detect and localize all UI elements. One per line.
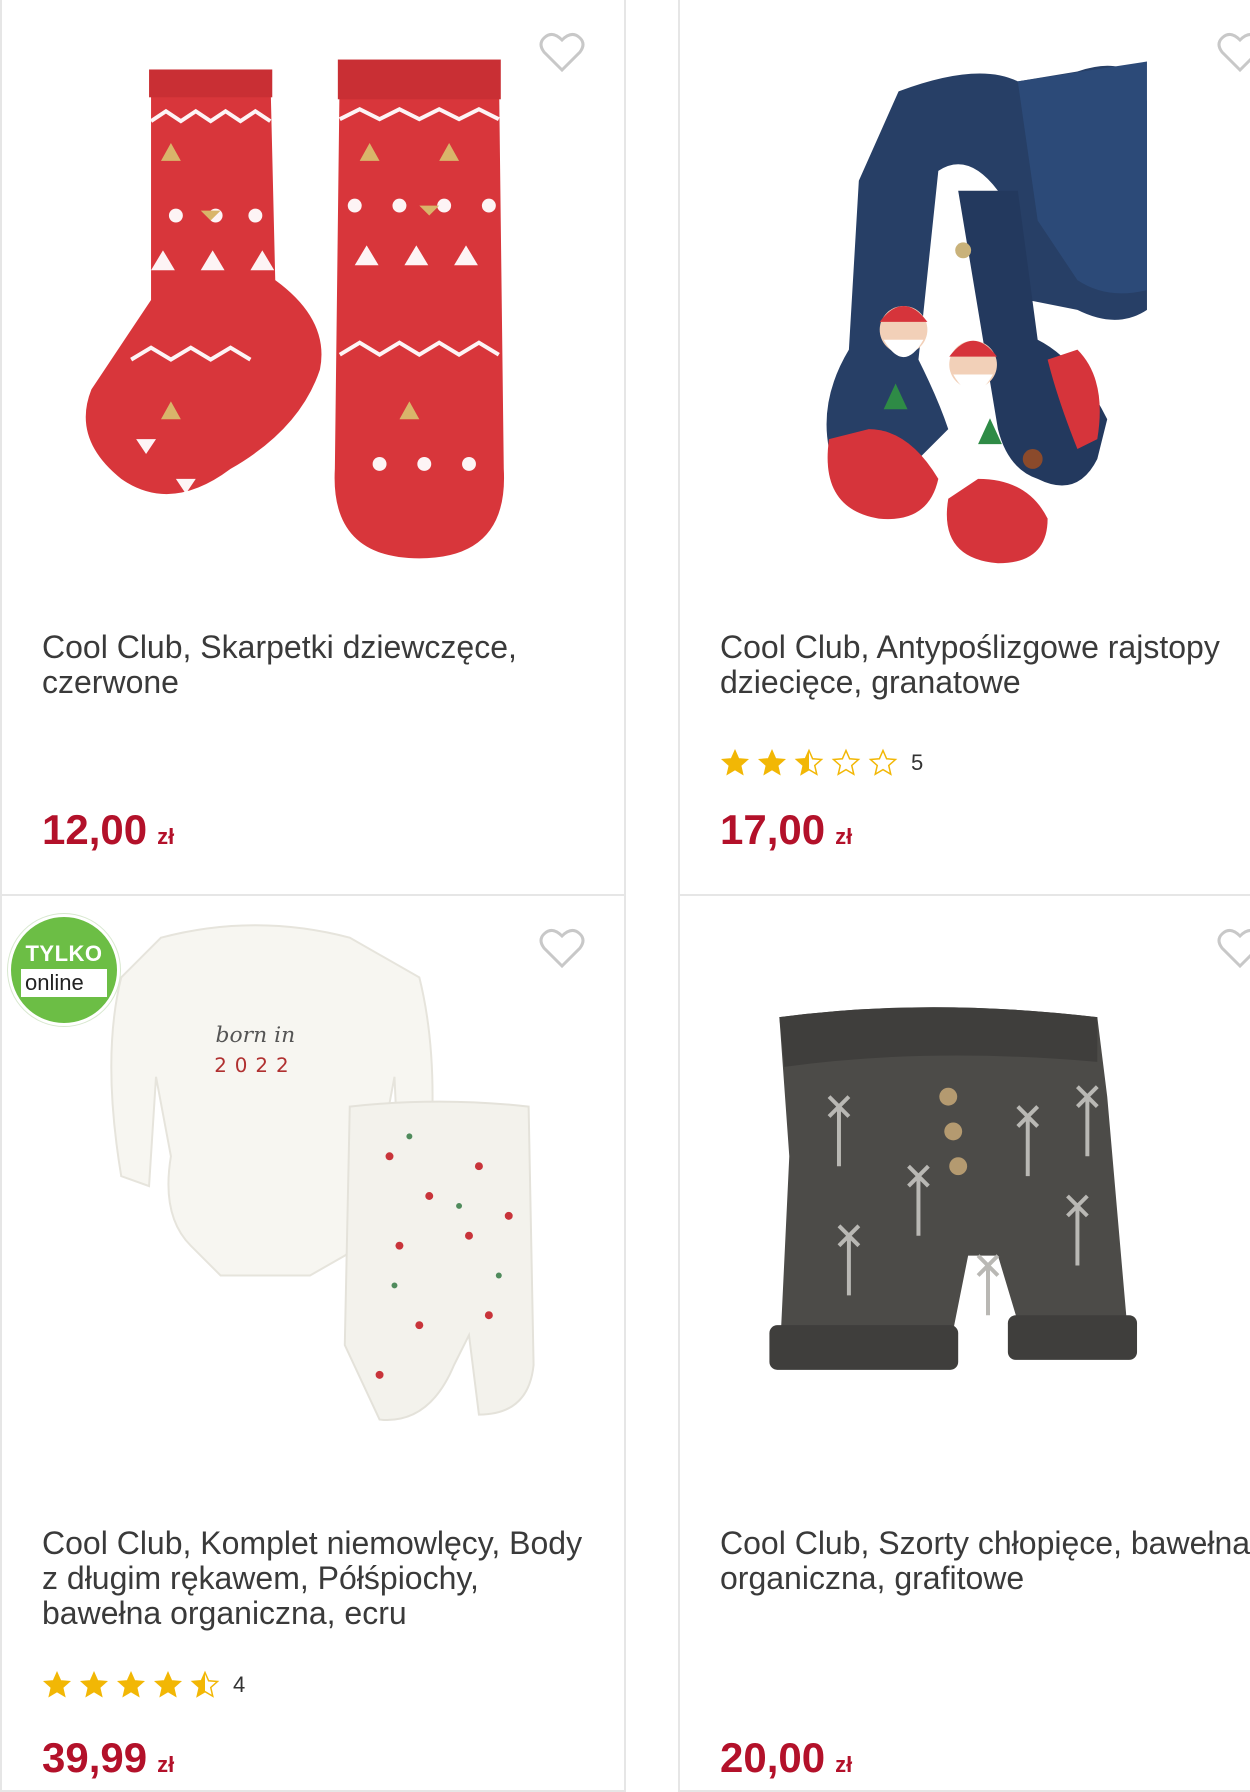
- product-image-shorts[interactable]: [680, 896, 1250, 1496]
- star-icon: [757, 748, 787, 776]
- image-year-text: 2022: [214, 1054, 296, 1077]
- product-rating: 5: [720, 748, 923, 778]
- star-icon: [116, 1670, 146, 1698]
- badge-line2: online: [21, 969, 107, 997]
- product-price: 17,00 zł: [720, 808, 852, 859]
- price-value: 17,00: [720, 806, 826, 853]
- star-icon: [79, 1670, 109, 1698]
- product-price: 12,00 zł: [42, 808, 174, 859]
- product-card[interactable]: Cool Club, Szorty chłopięce, bawełna org…: [678, 896, 1250, 1792]
- product-title[interactable]: Cool Club, Szorty chłopięce, bawełna org…: [720, 1526, 1250, 1596]
- heart-outline-icon[interactable]: [1216, 926, 1250, 970]
- heart-outline-icon[interactable]: [538, 30, 586, 74]
- product-card[interactable]: Cool Club, Antypoślizgowe rajstopy dziec…: [678, 0, 1250, 896]
- image-script-text: born in: [216, 1023, 296, 1048]
- price-currency: zł: [835, 824, 853, 849]
- star-icon: [42, 1670, 72, 1698]
- review-count: 4: [233, 1672, 246, 1697]
- price-value: 20,00: [720, 1734, 826, 1781]
- product-image-tights[interactable]: [680, 0, 1250, 600]
- badge-line1: TYLKO: [25, 941, 103, 966]
- star-icon: [153, 1670, 183, 1698]
- price-value: 12,00: [42, 806, 148, 853]
- price-currency: zł: [157, 1752, 175, 1777]
- heart-outline-icon[interactable]: [1216, 30, 1250, 74]
- star-half-icon: [794, 748, 824, 776]
- star-outline-icon: [868, 748, 898, 776]
- star-icon: [720, 748, 750, 776]
- star-outline-icon: [831, 748, 861, 776]
- price-currency: zł: [835, 1752, 853, 1777]
- product-price: 39,99 zł: [42, 1736, 174, 1787]
- price-currency: zł: [157, 824, 175, 849]
- review-count: 5: [911, 750, 924, 775]
- product-image-socks[interactable]: [2, 0, 624, 600]
- online-only-badge: TYLKO online: [8, 914, 120, 1026]
- product-title[interactable]: Cool Club, Komplet niemowlęcy, Body z dł…: [42, 1526, 602, 1631]
- product-rating: 4: [42, 1670, 245, 1700]
- product-card[interactable]: born in 2022 TYLKO online Cool Club, Kom…: [0, 896, 626, 1792]
- product-card[interactable]: Cool Club, Skarpetki dziewczęce, czerwon…: [0, 0, 626, 896]
- price-value: 39,99: [42, 1734, 148, 1781]
- product-price: 20,00 zł: [720, 1736, 852, 1787]
- star-half-icon: [190, 1670, 220, 1698]
- product-title[interactable]: Cool Club, Skarpetki dziewczęce, czerwon…: [42, 630, 602, 700]
- product-title[interactable]: Cool Club, Antypoślizgowe rajstopy dziec…: [720, 630, 1250, 700]
- heart-outline-icon[interactable]: [538, 926, 586, 970]
